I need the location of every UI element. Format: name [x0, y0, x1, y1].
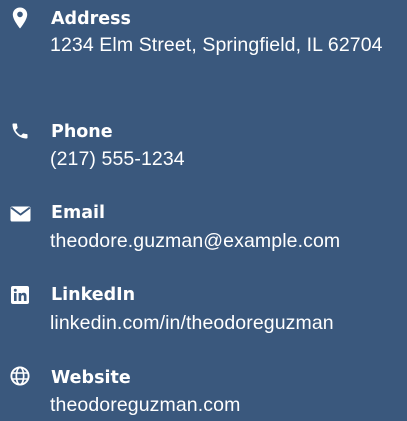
phone-label: Phone: [51, 122, 113, 142]
contact-item-website: Website theodoreguzman.com: [0, 362, 407, 421]
envelope-icon: [9, 203, 31, 225]
contact-item-linkedin: LinkedIn linkedin.com/in/theodoreguzman: [0, 282, 407, 352]
linkedin-icon: [9, 284, 31, 306]
website-label: Website: [51, 368, 131, 388]
address-label: Address: [51, 9, 131, 29]
contact-item-address: Address 1234 Elm Street, Springfield, IL…: [0, 0, 407, 100]
email-label: Email: [51, 203, 105, 223]
website-value[interactable]: theodoreguzman.com: [50, 391, 405, 420]
address-value: 1234 Elm Street, Springfield, IL 62704: [50, 34, 383, 56]
globe-icon: [9, 365, 31, 387]
email-value[interactable]: theodore.guzman@example.com: [50, 227, 405, 256]
map-marker-icon: [9, 7, 31, 29]
phone-value[interactable]: (217) 555-1234: [50, 145, 405, 174]
phone-icon: [9, 120, 31, 142]
linkedin-label: LinkedIn: [51, 285, 136, 305]
contact-info-panel: Address 1234 Elm Street, Springfield, IL…: [0, 0, 407, 421]
contact-item-email: Email theodore.guzman@example.com: [0, 200, 407, 270]
linkedin-value[interactable]: linkedin.com/in/theodoreguzman: [50, 309, 405, 338]
contact-item-phone: Phone (217) 555-1234: [0, 116, 407, 186]
